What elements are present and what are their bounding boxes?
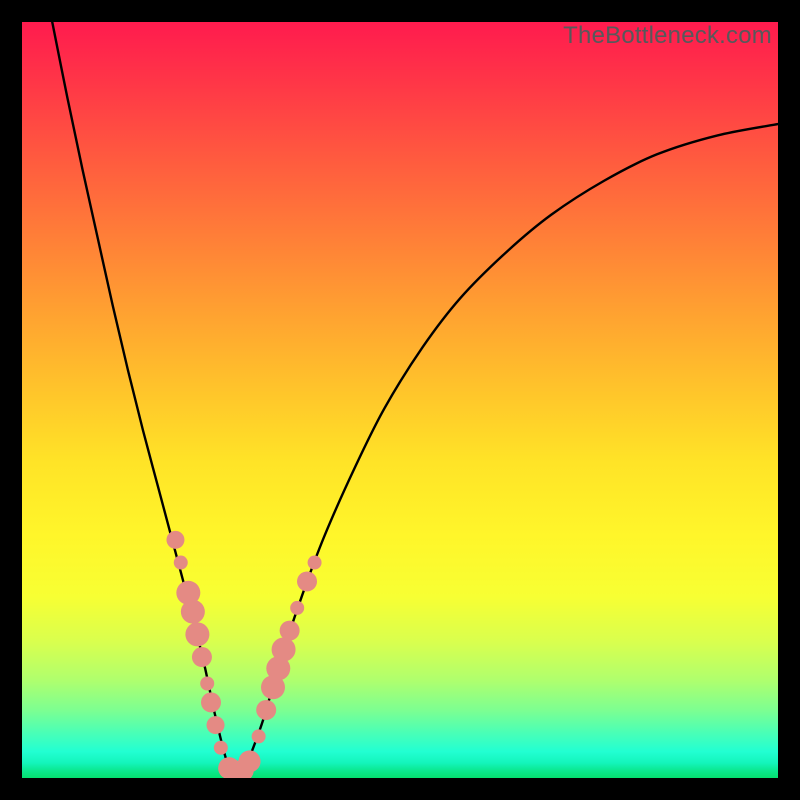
bottleneck-chart bbox=[22, 22, 778, 778]
data-marker bbox=[166, 531, 184, 549]
data-marker bbox=[290, 601, 304, 615]
data-marker bbox=[201, 692, 221, 712]
data-marker bbox=[181, 600, 205, 624]
data-marker bbox=[192, 647, 212, 667]
plot-frame: TheBottleneck.com bbox=[22, 22, 778, 778]
data-marker bbox=[256, 700, 276, 720]
data-marker bbox=[200, 677, 214, 691]
data-marker bbox=[272, 637, 296, 661]
data-marker bbox=[308, 556, 322, 570]
data-marker bbox=[207, 716, 225, 734]
data-marker bbox=[297, 571, 317, 591]
data-marker bbox=[214, 741, 228, 755]
data-marker bbox=[280, 621, 300, 641]
data-marker bbox=[239, 750, 261, 772]
bottleneck-curve bbox=[52, 22, 778, 776]
data-marker bbox=[185, 622, 209, 646]
data-marker bbox=[174, 556, 188, 570]
data-marker bbox=[252, 729, 266, 743]
